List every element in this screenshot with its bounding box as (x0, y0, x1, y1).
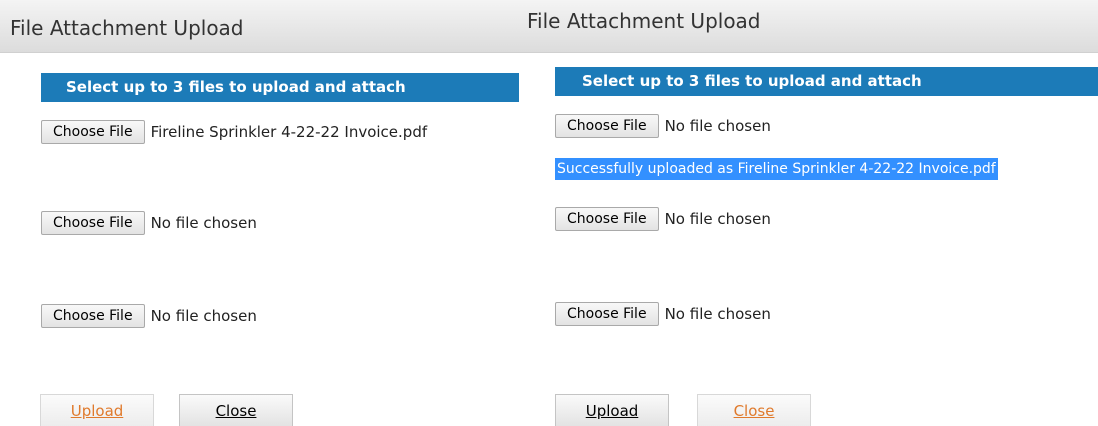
file-name-2: No file chosen (664, 210, 771, 228)
choose-file-button-2[interactable]: Choose File (41, 211, 145, 235)
section-header: Select up to 3 files to upload and attac… (41, 73, 519, 102)
file-row-3: Choose File No file chosen (555, 301, 771, 327)
upload-success-message: Successfully uploaded as Fireline Sprink… (555, 158, 998, 180)
choose-file-button-3[interactable]: Choose File (41, 304, 145, 328)
file-name-1: No file chosen (664, 117, 771, 135)
file-row-1: Choose File Fireline Sprinkler 4-22-22 I… (41, 119, 427, 145)
file-name-1: Fireline Sprinkler 4-22-22 Invoice.pdf (150, 123, 428, 141)
upload-button[interactable]: Upload (40, 394, 154, 426)
file-row-1: Choose File No file chosen (555, 113, 771, 139)
section-header: Select up to 3 files to upload and attac… (555, 67, 1098, 96)
dialog-titlebar: File Attachment Upload (519, 0, 1098, 53)
choose-file-button-3[interactable]: Choose File (555, 302, 659, 326)
close-button[interactable]: Close (697, 394, 811, 426)
file-row-3: Choose File No file chosen (41, 303, 257, 329)
choose-file-button-1[interactable]: Choose File (41, 120, 145, 144)
file-name-3: No file chosen (150, 307, 257, 325)
choose-file-button-2[interactable]: Choose File (555, 207, 659, 231)
dialog-title: File Attachment Upload (10, 16, 244, 40)
dialog-title: File Attachment Upload (527, 9, 761, 33)
upload-dialog-before: File Attachment Upload Select up to 3 fi… (0, 0, 519, 426)
upload-dialog-after: File Attachment Upload Select up to 3 fi… (519, 0, 1098, 426)
close-button[interactable]: Close (179, 394, 293, 426)
upload-button[interactable]: Upload (555, 394, 669, 426)
file-name-3: No file chosen (664, 305, 771, 323)
dialog-titlebar: File Attachment Upload (0, 0, 519, 53)
choose-file-button-1[interactable]: Choose File (555, 114, 659, 138)
file-row-2: Choose File No file chosen (41, 210, 257, 236)
file-row-2: Choose File No file chosen (555, 206, 771, 232)
file-name-2: No file chosen (150, 214, 257, 232)
